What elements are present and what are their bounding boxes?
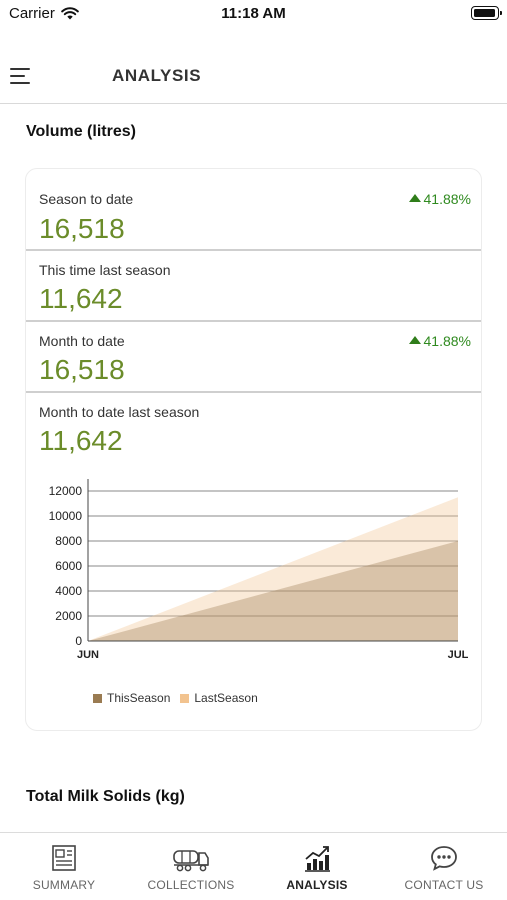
volume-section-title: Volume (litres) [26, 123, 136, 140]
status-time: 11:18 AM [221, 5, 286, 22]
y-tick-label: 6000 [55, 559, 82, 573]
stat-value: 16,518 [39, 213, 125, 244]
stat-this-time-last-season: This time last season 11,642 [26, 251, 481, 322]
legend-label: ThisSeason [107, 691, 171, 705]
bottom-tab-bar: SUMMARY COLLECTIONS ANALYSIS CONTACT US [0, 832, 507, 900]
tab-contact-us[interactable]: CONTACT US [381, 833, 507, 900]
stat-label: This time last season [39, 262, 171, 278]
battery-icon [471, 6, 502, 20]
legend-label: LastSeason [194, 691, 258, 705]
trend-up-icon [408, 194, 421, 202]
hamburger-menu-icon[interactable] [10, 68, 32, 86]
tab-label: CONTACT US [404, 878, 484, 892]
tab-summary[interactable]: SUMMARY [1, 833, 127, 900]
stat-month-to-date-last-season: Month to date last season 11,642 [26, 393, 481, 464]
stat-change-value: 41.88% [423, 191, 471, 207]
y-tick-label: 8000 [55, 534, 82, 548]
y-tick-label: 2000 [55, 609, 82, 623]
stat-change: 41.88% [408, 191, 471, 207]
y-tick-label: 10000 [49, 509, 83, 523]
y-tick-label: 0 [75, 634, 82, 648]
x-tick-label: JUN [77, 649, 99, 661]
bar-chart-trend-icon [305, 846, 330, 872]
volume-card: Season to date 16,518 41.88% This time l… [25, 168, 482, 731]
legend-item-last-season: LastSeason [180, 691, 258, 705]
stat-change: 41.88% [408, 333, 471, 349]
tab-analysis[interactable]: ANALYSIS [254, 833, 380, 900]
chat-bubble-icon [431, 846, 457, 871]
stat-season-to-date: Season to date 16,518 41.88% [26, 179, 481, 251]
status-bar: Carrier 11:18 AM [0, 0, 507, 30]
volume-area-chart: 12000 10000 8000 6000 4000 2000 0JUN JUL [49, 479, 469, 661]
stat-label: Season to date [39, 191, 134, 207]
tanker-truck-icon [173, 850, 209, 872]
page-title: ANALYSIS [112, 66, 202, 85]
legend-swatch-this-season [93, 693, 102, 703]
y-tick-label: 4000 [55, 584, 82, 598]
summary-newspaper-icon [52, 845, 76, 871]
stat-value: 11,642 [39, 283, 123, 314]
tab-label: ANALYSIS [286, 878, 348, 892]
legend-item-this-season: ThisSeason [93, 691, 170, 705]
stat-change-value: 41.88% [423, 333, 471, 349]
tab-collections[interactable]: COLLECTIONS [128, 833, 254, 900]
tab-label: COLLECTIONS [147, 878, 235, 892]
x-tick-label: JUL [448, 649, 469, 661]
stat-value: 11,642 [39, 425, 123, 456]
stat-month-to-date: Month to date 16,518 41.88% [26, 322, 481, 393]
stat-label: Month to date last season [39, 404, 200, 420]
stat-label: Month to date [39, 333, 125, 349]
tab-label: SUMMARY [32, 878, 96, 892]
milk-solids-section-title: Total Milk Solids (kg) [26, 788, 185, 805]
chart-legend: ThisSeason LastSeason [93, 691, 258, 705]
y-tick-label: 12000 [49, 484, 83, 498]
legend-swatch-last-season [180, 693, 190, 703]
stat-value: 16,518 [39, 354, 125, 385]
app-header: ANALYSIS [0, 48, 507, 104]
trend-up-icon [408, 336, 421, 344]
